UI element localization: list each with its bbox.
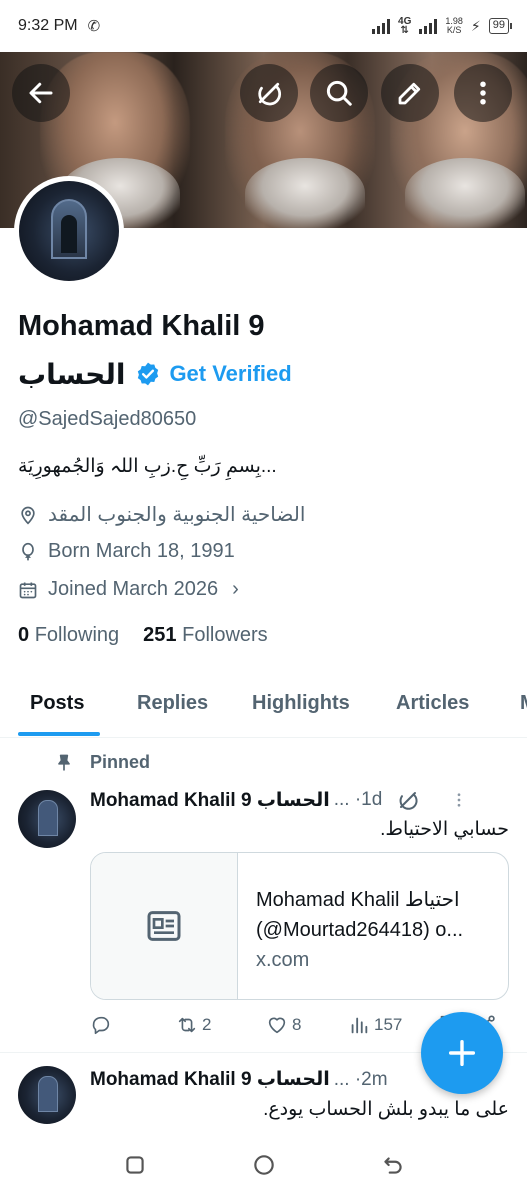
chevron-right-icon: › [232,578,239,600]
post-time: ... ·1d [333,789,383,810]
pin-icon [58,754,70,770]
link-card[interactable]: Mohamad Khalil احتياط (@Mourtad264418) o… [90,852,509,1000]
reply-icon [92,1016,110,1035]
calendar-icon [19,582,37,598]
location-text: الضاحية الجنوبية والجنوب المقد [48,504,306,526]
tab-articles[interactable]: Articles [396,692,469,715]
like-button[interactable]: 8 [266,1014,301,1036]
balloon-icon [22,542,34,560]
profile-bio: بِسمِ رَبِّ حِ.زبِ اللہ وَالجُمهورِیَة..… [18,456,277,477]
tab-posts[interactable]: Posts [30,692,84,715]
search-icon [326,80,352,106]
joined-text: Joined March 2026 [48,578,219,600]
post-time-2: ... ·2m [333,1068,388,1090]
link-card-subtitle: (@Mourtad264418) o... [256,919,464,941]
profile-name-row: الحساب Get Verified [18,354,292,394]
profile-avatar[interactable] [14,176,124,286]
post-author-name-2[interactable]: Mohamad Khalil 9 الحساب [90,1068,330,1091]
profile-joined[interactable]: Joined March 2026 › [18,578,239,601]
signal-icon [372,18,391,34]
post-author-name[interactable]: Mohamad Khalil 9 الحساب [90,789,330,812]
link-card-domain: x.com [256,949,310,971]
search-button[interactable] [310,64,368,122]
views-button[interactable]: 157 [348,1014,402,1036]
birthday-text: Born March 18, 1991 [48,540,235,562]
post-more-icon[interactable] [450,789,468,811]
location-pin-icon [21,506,35,525]
slash-circle-icon [258,82,281,106]
more-vertical-icon [480,81,486,105]
repost-button[interactable]: 2 [176,1014,211,1036]
heart-icon [268,1017,286,1034]
post-text: حسابي الاحتياط. [380,819,509,840]
get-verified-link[interactable]: Get Verified [169,361,291,387]
reply-button[interactable] [90,1014,116,1036]
link-card-text: Mohamad Khalil احتياط (@Mourtad264418) o… [238,853,463,999]
call-forward-icon: ✆ [87,18,101,35]
post-header: Mohamad Khalil 9 الحساب ... ·1d [90,788,468,812]
status-bar: 9:32 PM ✆ 4G ⇅ 1.98 K/S ⚡ 99 [0,0,527,52]
post-header-2: Mohamad Khalil 9 الحساب ... ·2m [90,1068,388,1091]
recents-icon[interactable] [122,1152,148,1178]
pinned-label: Pinned [54,752,150,773]
article-icon [147,911,181,941]
home-icon[interactable] [251,1152,277,1178]
post-author-avatar[interactable] [18,790,76,848]
active-tab-indicator [18,732,100,736]
profile-tabs: Posts Replies Highlights Articles M [0,670,527,738]
status-time: 9:32 PM [18,17,78,34]
bar-chart-icon [351,1017,368,1034]
profile-birthday: Born March 18, 1991 [18,540,235,563]
system-navbar [0,1130,527,1200]
battery-indicator: 99 [488,18,513,34]
tab-media[interactable]: M [520,692,527,715]
signal-icon-2 [419,18,438,34]
status-right: 4G ⇅ 1.98 K/S ⚡ 99 [372,16,513,36]
link-card-title: Mohamad Khalil احتياط [256,889,460,911]
profile-handle: @SajedSajed80650 [18,408,197,430]
network-type: 4G ⇅ [398,16,412,36]
post-text-2: على ما يبدو بلش الحساب يودع. [263,1099,509,1120]
profile-name: Mohamad Khalil 9 [18,310,265,342]
back-icon[interactable] [380,1152,406,1178]
tab-replies[interactable]: Replies [137,692,208,715]
grok-slash-icon[interactable] [396,788,420,812]
profile-location: الضاحية الجنوبية والجنوب المقد [18,502,305,527]
verified-badge-icon[interactable] [135,361,161,387]
follow-counts: 0 Following 251 Followers [18,624,268,647]
following-link[interactable]: 0 Following [18,624,119,647]
pencil-icon [398,82,421,105]
charging-icon: ⚡ [470,17,481,34]
network-speed: 1.98 K/S [445,16,463,35]
arrow-left-icon [29,82,53,104]
more-button[interactable] [454,64,512,122]
repost-icon [178,1017,196,1033]
followers-link[interactable]: 251 Followers [143,624,268,647]
profile-name-arabic: الحساب [18,358,126,390]
post-author-avatar-2[interactable] [18,1066,76,1124]
plus-icon [448,1039,476,1067]
back-button[interactable] [12,64,70,122]
edit-button[interactable] [381,64,439,122]
link-card-thumb [91,853,238,999]
grok-button[interactable] [240,64,298,122]
tab-highlights[interactable]: Highlights [252,692,350,715]
compose-button[interactable] [421,1012,503,1094]
